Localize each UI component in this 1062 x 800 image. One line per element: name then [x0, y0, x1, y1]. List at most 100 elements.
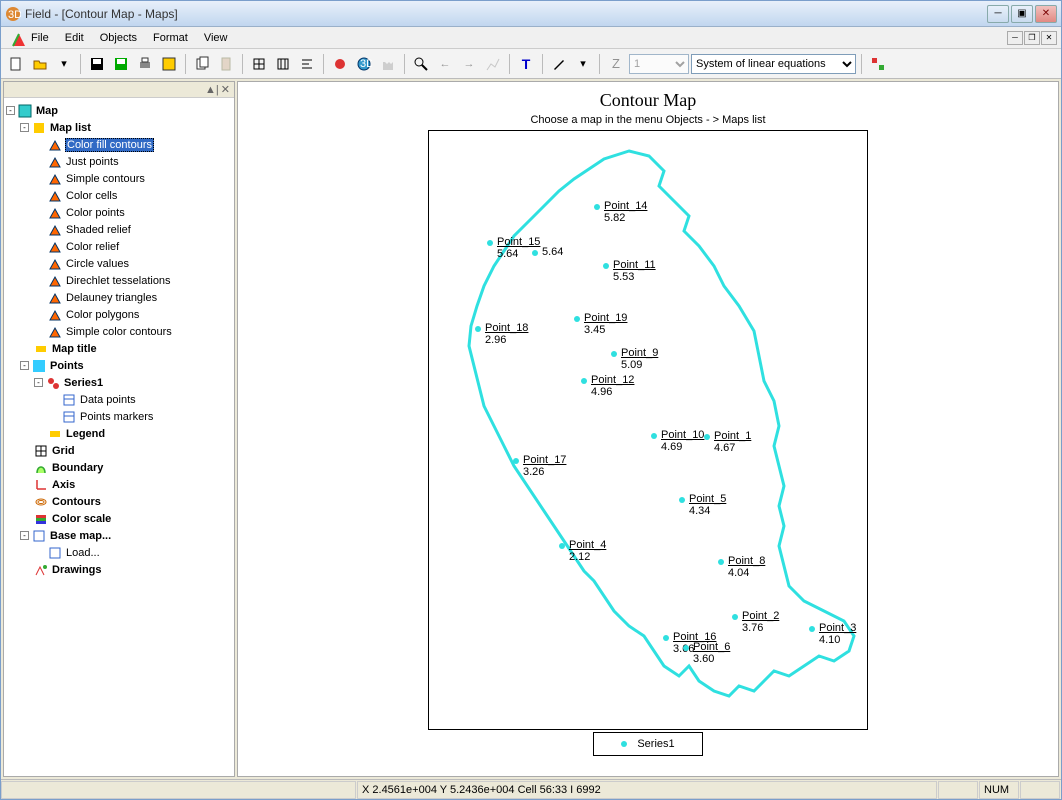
grid2-button[interactable]: [272, 53, 294, 75]
open-button[interactable]: [29, 53, 51, 75]
tree-base-map[interactable]: -Base map...: [6, 527, 232, 544]
method-select[interactable]: System of linear equations: [691, 54, 856, 74]
menu-edit[interactable]: Edit: [57, 30, 92, 46]
tree-toggle-button[interactable]: [867, 53, 889, 75]
grid-button[interactable]: [248, 53, 270, 75]
app-menu-icon: [3, 30, 19, 46]
tree-load[interactable]: Load...: [6, 544, 232, 561]
toolbar: ▾ 3D ← → T ▾ Z 1 System of linear equat: [1, 49, 1061, 79]
open-dropdown[interactable]: ▾: [53, 53, 75, 75]
tree-map-list[interactable]: -Map list: [6, 119, 232, 136]
tree-map-type[interactable]: Simple color contours: [6, 323, 232, 340]
minimize-button[interactable]: ─: [987, 5, 1009, 23]
status-blank: [1, 781, 356, 799]
menu-format[interactable]: Format: [145, 30, 196, 46]
tree-map-title[interactable]: Map title: [6, 340, 232, 357]
map-frame: Point_145.82Point_155.645.64Point_115.53…: [428, 130, 868, 730]
collapse-icon[interactable]: -: [34, 378, 43, 387]
save-green-button[interactable]: [110, 53, 132, 75]
tree-map-type[interactable]: Color polygons: [6, 306, 232, 323]
sidebar-close-icon[interactable]: ✕: [221, 83, 230, 96]
tree-map-type[interactable]: Direchlet tesselations: [6, 272, 232, 289]
forward-button[interactable]: →: [458, 53, 480, 75]
new-button[interactable]: [5, 53, 27, 75]
sidebar: ▲| ✕ -Map -Map list Color fill contoursJ…: [3, 81, 235, 777]
maptype-icon: [48, 240, 62, 254]
tree-points[interactable]: -Points: [6, 357, 232, 374]
red-ball-button[interactable]: [329, 53, 351, 75]
title-icon: [34, 342, 48, 356]
tree-drawings[interactable]: Drawings: [6, 561, 232, 578]
zoom-select[interactable]: 1: [629, 54, 689, 74]
chart-button[interactable]: [482, 53, 504, 75]
mdi-close-button[interactable]: ✕: [1041, 31, 1057, 45]
text-button[interactable]: T: [515, 53, 537, 75]
legend-icon: [48, 427, 62, 441]
tree-root-map[interactable]: -Map: [6, 102, 232, 119]
sidebar-pin-icon[interactable]: ▲|: [205, 84, 219, 96]
tree-map-type[interactable]: Shaded relief: [6, 221, 232, 238]
maptype-icon: [48, 155, 62, 169]
sidebar-header: ▲| ✕: [4, 82, 234, 98]
tree-view[interactable]: -Map -Map list Color fill contoursJust p…: [4, 98, 234, 776]
menu-view[interactable]: View: [196, 30, 236, 46]
maximize-button[interactable]: ▣: [1011, 5, 1033, 23]
colorscale-icon: [34, 512, 48, 526]
castle-button[interactable]: [377, 53, 399, 75]
globe-button[interactable]: 3D: [353, 53, 375, 75]
tree-axis[interactable]: Axis: [6, 476, 232, 493]
maptype-icon: [48, 308, 62, 322]
maptype-icon: [48, 257, 62, 271]
tree-boundary[interactable]: Boundary: [6, 459, 232, 476]
map-title: Contour Map: [238, 90, 1058, 111]
tree-data-points[interactable]: Data points: [6, 391, 232, 408]
z-button[interactable]: Z: [605, 53, 627, 75]
tree-color-scale[interactable]: Color scale: [6, 510, 232, 527]
status-empty1: [938, 781, 978, 799]
pen-dropdown[interactable]: ▾: [572, 53, 594, 75]
load-icon: [48, 546, 62, 560]
save-button[interactable]: [86, 53, 108, 75]
tree-map-type[interactable]: Just points: [6, 153, 232, 170]
copy-button[interactable]: [191, 53, 213, 75]
maptype-icon: [48, 291, 62, 305]
close-button[interactable]: ✕: [1035, 5, 1057, 23]
tree-map-type[interactable]: Color points: [6, 204, 232, 221]
zoom-button[interactable]: [410, 53, 432, 75]
tree-map-type[interactable]: Color cells: [6, 187, 232, 204]
collapse-icon[interactable]: -: [20, 531, 29, 540]
paste-button[interactable]: [215, 53, 237, 75]
menu-objects[interactable]: Objects: [92, 30, 145, 46]
menu-file[interactable]: File: [23, 30, 57, 46]
mdi-restore-button[interactable]: ❐: [1024, 31, 1040, 45]
print-button[interactable]: [134, 53, 156, 75]
tree-legend[interactable]: Legend: [6, 425, 232, 442]
tree-map-type[interactable]: Simple contours: [6, 170, 232, 187]
mdi-minimize-button[interactable]: ─: [1007, 31, 1023, 45]
grid-icon: [34, 444, 48, 458]
window-title: Field - [Contour Map - Maps]: [25, 7, 987, 21]
collapse-icon[interactable]: -: [6, 106, 15, 115]
legend-marker-icon: [621, 741, 627, 747]
tree-contours[interactable]: Contours: [6, 493, 232, 510]
tree-points-markers[interactable]: Points markers: [6, 408, 232, 425]
tree-map-type[interactable]: Delauney triangles: [6, 289, 232, 306]
collapse-icon[interactable]: -: [20, 361, 29, 370]
svg-text:3D: 3D: [8, 9, 21, 21]
titlebar: 3D Field - [Contour Map - Maps] ─ ▣ ✕: [1, 1, 1061, 27]
window-button[interactable]: [158, 53, 180, 75]
status-coords: X 2.4561e+004 Y 5.2436e+004 Cell 56:33 I…: [357, 781, 937, 799]
main-panel: Contour Map Choose a map in the menu Obj…: [237, 81, 1059, 777]
pen-button[interactable]: [548, 53, 570, 75]
status-num: NUM: [979, 781, 1019, 799]
align-button[interactable]: [296, 53, 318, 75]
collapse-icon[interactable]: -: [20, 123, 29, 132]
boundary-icon: [34, 461, 48, 475]
back-button[interactable]: ←: [434, 53, 456, 75]
tree-map-type[interactable]: Color fill contours: [6, 136, 232, 153]
maptype-icon: [48, 274, 62, 288]
tree-map-type[interactable]: Circle values: [6, 255, 232, 272]
tree-map-type[interactable]: Color relief: [6, 238, 232, 255]
tree-series1[interactable]: -Series1: [6, 374, 232, 391]
tree-grid[interactable]: Grid: [6, 442, 232, 459]
